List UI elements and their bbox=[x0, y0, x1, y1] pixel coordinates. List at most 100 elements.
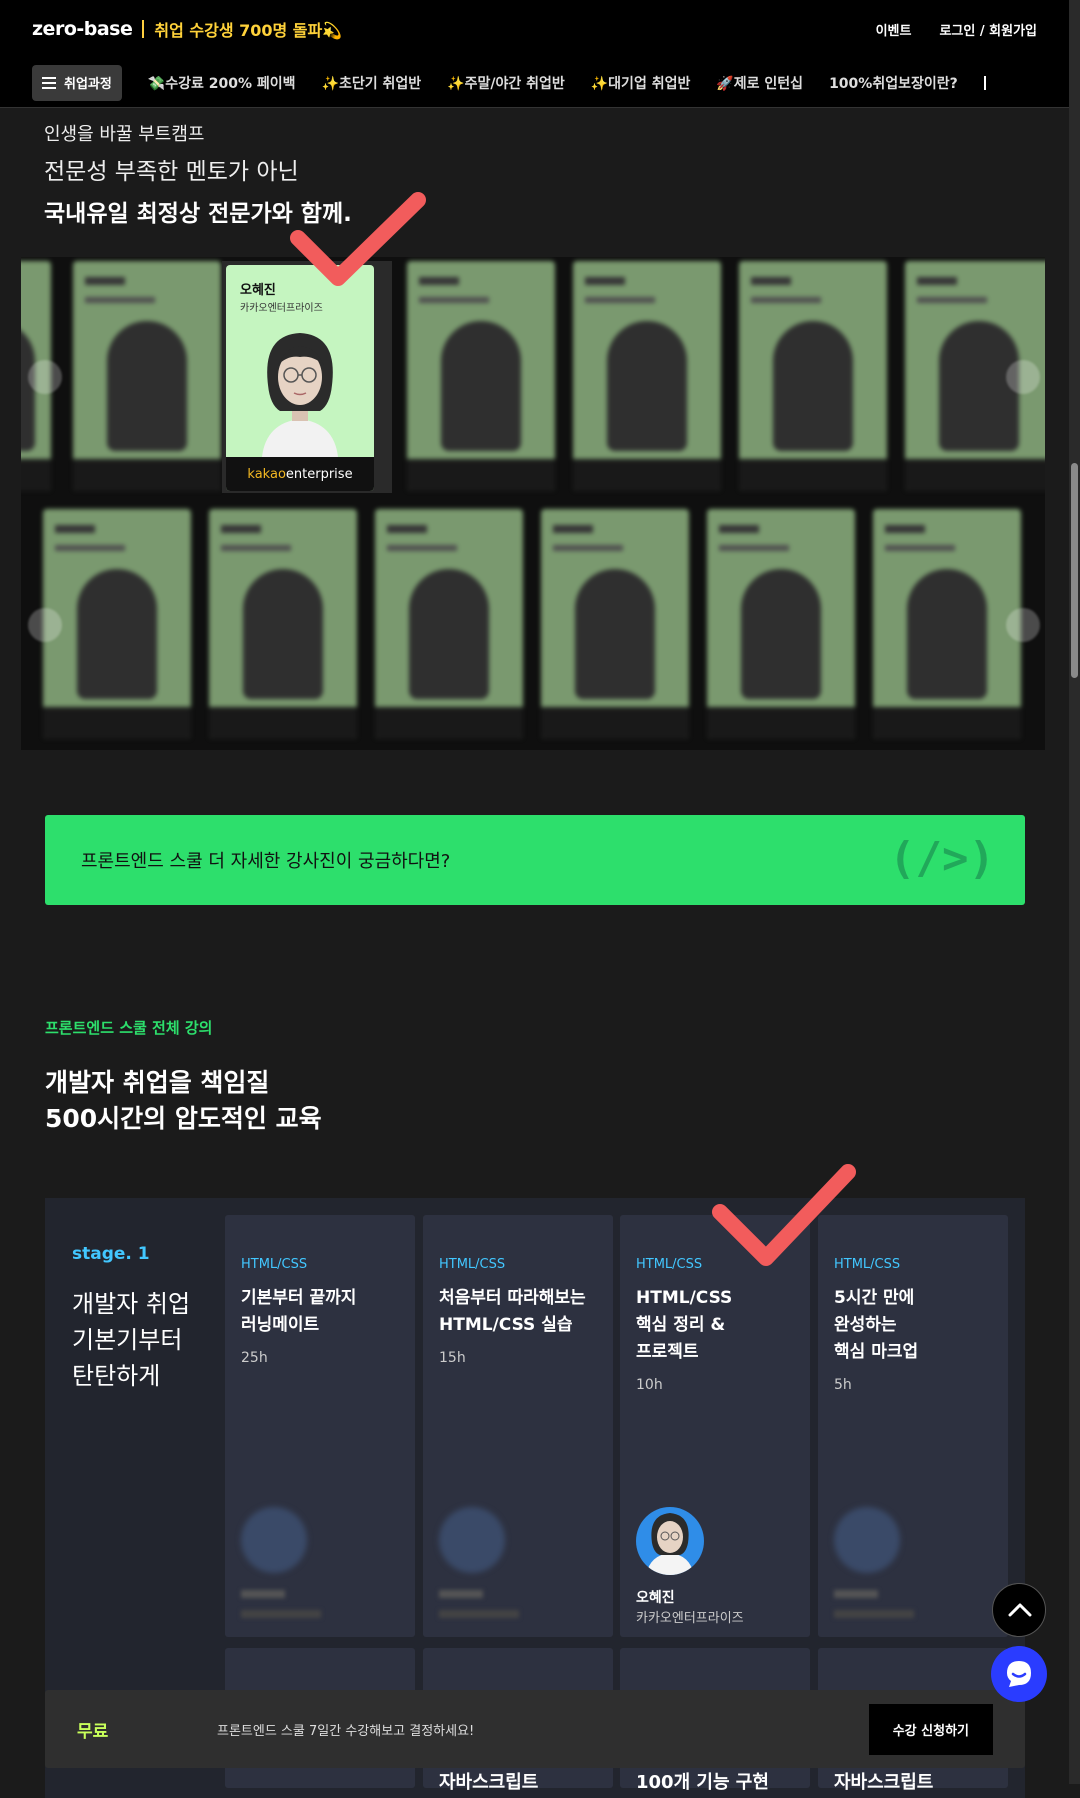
course-title-line: 처음부터 따라해보는 bbox=[439, 1288, 586, 1308]
course-card[interactable]: HTML/CSS HTML/CSS 핵심 정리 & 프로젝트 10h 오혜진 카… bbox=[620, 1215, 810, 1637]
mentor-card[interactable] bbox=[707, 509, 855, 739]
mentor-card[interactable] bbox=[209, 509, 357, 739]
course-menu-label: 취업과정 bbox=[64, 77, 112, 92]
course-title: 처음부터 따라해보는 HTML/CSS 실습 15h bbox=[439, 1285, 609, 1372]
course-menu-button[interactable]: 취업과정 bbox=[32, 64, 122, 101]
brand-divider bbox=[142, 20, 145, 38]
blurred-instructor-name bbox=[241, 1590, 285, 1598]
brand-tagline[interactable]: 취업 수강생 700명 돌파💫 bbox=[154, 17, 342, 41]
banner-text: 프론트엔드 스쿨 더 자세한 강사진이 궁금하다면? bbox=[81, 851, 451, 872]
blurred-instructor-name bbox=[439, 1590, 483, 1598]
company-logo: kakao enterprise bbox=[226, 457, 374, 491]
course-title: 5시간 만에 완성하는 핵심 마크업 5h bbox=[834, 1285, 1004, 1399]
section-tag: 프론트엔드 스쿨 전체 강의 bbox=[45, 1019, 213, 1037]
course-title-line: 러닝메이트 bbox=[241, 1315, 320, 1335]
course-title: 자바스크립트 bbox=[439, 1772, 539, 1793]
event-link[interactable]: 이벤트 bbox=[876, 20, 912, 39]
section-title-line-1: 개발자 취업을 책임질 bbox=[45, 1068, 270, 1097]
course-duration: 5h bbox=[834, 1377, 852, 1393]
brand-logo[interactable]: zero-base bbox=[32, 18, 133, 40]
mentor-card[interactable] bbox=[873, 509, 1021, 739]
instructor-avatar bbox=[439, 1507, 505, 1573]
mentor-card[interactable] bbox=[739, 261, 887, 491]
trial-message: 프론트엔드 스쿨 7일간 수강해보고 결정하세요! bbox=[217, 1723, 475, 1739]
course-card[interactable]: HTML/CSS 처음부터 따라해보는 HTML/CSS 실습 15h bbox=[423, 1215, 613, 1637]
blurred-instructor-company bbox=[834, 1610, 914, 1618]
mentor-name: 오혜진 bbox=[240, 283, 276, 298]
scroll-top-button[interactable] bbox=[992, 1583, 1046, 1637]
mentor-card[interactable] bbox=[541, 509, 689, 739]
company-logo-part-a: kakao bbox=[247, 466, 286, 482]
hamburger-icon bbox=[42, 76, 56, 89]
top-header: zero-base 취업 수강생 700명 돌파💫 이벤트 로그인 / 회원가입 bbox=[0, 0, 1069, 58]
apply-button[interactable]: 수강 신청하기 bbox=[868, 1703, 993, 1755]
blurred-instructor-company bbox=[439, 1610, 519, 1618]
nav-item-payback[interactable]: 💸수강료 200% 페이백 bbox=[148, 73, 296, 93]
carousel-prev-button[interactable] bbox=[28, 608, 62, 642]
carousel-next-button[interactable] bbox=[1006, 608, 1040, 642]
course-category: HTML/CSS bbox=[241, 1257, 308, 1272]
stage-label: stage. 1 bbox=[72, 1244, 150, 1264]
nav-item-intern[interactable]: 🚀제로 인턴십 bbox=[716, 73, 803, 93]
trial-cta-bar: 무료 프론트엔드 스쿨 7일간 수강해보고 결정하세요! 수강 신청하기 bbox=[45, 1690, 1025, 1768]
intro-line-2: 전문성 부족한 멘토가 아닌 bbox=[44, 159, 299, 185]
instructor-company: 카카오엔터프라이즈 bbox=[636, 1611, 744, 1626]
scrollbar-thumb[interactable] bbox=[1071, 463, 1078, 678]
course-title-line: HTML/CSS bbox=[636, 1288, 733, 1308]
check-mark-icon bbox=[712, 1164, 856, 1266]
chevron-up-icon bbox=[1008, 1603, 1032, 1617]
check-mark-icon bbox=[290, 192, 426, 286]
section-title: 개발자 취업을 책임질 500시간의 압도적인 교육 bbox=[45, 1065, 322, 1137]
course-card[interactable]: HTML/CSS 기본부터 끝까지 러닝메이트 25h bbox=[225, 1215, 415, 1637]
intro-line-1: 인생을 바꿀 부트캠프 bbox=[44, 124, 205, 145]
course-category: HTML/CSS bbox=[636, 1257, 703, 1272]
carousel-prev-button[interactable] bbox=[28, 360, 62, 394]
instructor-avatar bbox=[241, 1507, 307, 1573]
featured-mentor-card[interactable]: 오혜진 카카오엔터프라이즈 kakao enterprise bbox=[222, 261, 392, 493]
nav-item-short-term[interactable]: ✨초단기 취업반 bbox=[322, 73, 422, 93]
course-title-line: HTML/CSS 실습 bbox=[439, 1315, 573, 1335]
nav-item-weekend-night[interactable]: ✨주말/야간 취업반 bbox=[447, 73, 565, 93]
stage-desc-line-2: 기본기부터 bbox=[72, 1326, 183, 1354]
carousel-next-button[interactable] bbox=[1006, 360, 1040, 394]
stage-description: 개발자 취업 기본기부터 탄탄하게 bbox=[72, 1286, 190, 1394]
mentor-card[interactable] bbox=[73, 261, 221, 491]
chat-bubble-icon bbox=[1007, 1661, 1031, 1687]
page-scrollbar[interactable] bbox=[1069, 0, 1080, 1784]
mentor-company: 카카오엔터프라이즈 bbox=[240, 303, 323, 314]
mentor-card[interactable] bbox=[375, 509, 523, 739]
nav-divider bbox=[983, 75, 986, 90]
instructor-name: 오혜진 bbox=[636, 1590, 675, 1606]
course-duration: 10h bbox=[636, 1377, 663, 1393]
instructor-portrait bbox=[646, 1513, 694, 1575]
course-category: HTML/CSS bbox=[439, 1257, 506, 1272]
instructor-avatar bbox=[636, 1507, 704, 1575]
course-title-line: 핵심 마크업 bbox=[834, 1342, 919, 1362]
course-card[interactable]: HTML/CSS 5시간 만에 완성하는 핵심 마크업 5h bbox=[818, 1215, 1008, 1637]
code-logo-icon: (/>) bbox=[889, 833, 995, 884]
company-logo-part-b: enterprise bbox=[285, 466, 353, 482]
course-title-line: 완성하는 bbox=[834, 1315, 897, 1335]
course-nav: 취업과정 💸수강료 200% 페이백 ✨초단기 취업반 ✨주말/야간 취업반 ✨… bbox=[0, 58, 1069, 108]
stage-desc-line-3: 탄탄하게 bbox=[72, 1362, 161, 1390]
blurred-instructor-name bbox=[834, 1590, 878, 1598]
course-duration: 25h bbox=[241, 1350, 268, 1366]
mentor-card[interactable] bbox=[407, 261, 555, 491]
login-signup-link[interactable]: 로그인 / 회원가입 bbox=[939, 20, 1037, 39]
mentor-carousel bbox=[21, 257, 1045, 750]
course-title: 기본부터 끝까지 러닝메이트 25h bbox=[241, 1285, 411, 1372]
section-title-line-2: 500시간의 압도적인 교육 bbox=[45, 1104, 322, 1133]
chat-button[interactable] bbox=[991, 1646, 1047, 1702]
nav-item-guarantee[interactable]: 100%취업보장이란? bbox=[829, 73, 958, 93]
mentor-card[interactable] bbox=[43, 509, 191, 739]
course-duration: 15h bbox=[439, 1350, 466, 1366]
course-title: 100개 기능 구현 bbox=[636, 1772, 769, 1793]
nav-item-enterprise[interactable]: ✨대기업 취업반 bbox=[591, 73, 691, 93]
free-badge: 무료 bbox=[77, 1721, 109, 1742]
course-title-line: 핵심 정리 & bbox=[636, 1315, 726, 1335]
mentor-card[interactable] bbox=[573, 261, 721, 491]
instructors-banner[interactable]: 프론트엔드 스쿨 더 자세한 강사진이 궁금하다면? (/>) bbox=[45, 815, 1025, 905]
stage-desc-line-1: 개발자 취업 bbox=[72, 1290, 191, 1318]
course-title: 자바스크립트 bbox=[834, 1772, 934, 1793]
blurred-instructor-company bbox=[241, 1610, 321, 1618]
